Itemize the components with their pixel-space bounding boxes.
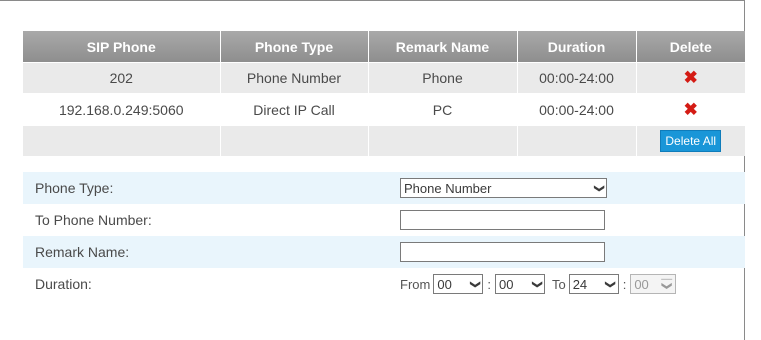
to-phone-number-input[interactable] <box>400 210 605 230</box>
header-remark-name: Remark Name <box>368 31 518 63</box>
chevron-down-icon: ❯ <box>531 279 543 289</box>
empty-cell <box>517 125 637 156</box>
time-separator: : <box>487 276 491 292</box>
from-minute-select[interactable]: 00 ❯ <box>494 274 545 294</box>
from-minute-value: 00 <box>498 276 514 292</box>
header-duration: Duration <box>517 31 637 63</box>
form-row-phone-type: Phone Type: Phone Number ❯ <box>23 172 745 204</box>
delete-cross-icon[interactable]: ✖ <box>684 68 698 87</box>
from-hour-select[interactable]: 00 ❯ <box>433 274 484 294</box>
sip-phone-table: SIP Phone Phone Type Remark Name Duratio… <box>23 31 745 156</box>
phone-type-select[interactable]: Phone Number ❯ <box>400 178 607 198</box>
duration-label: Duration: <box>35 276 92 292</box>
table-header-row: SIP Phone Phone Type Remark Name Duratio… <box>23 31 745 63</box>
to-minute-select[interactable]: 00 ❯ <box>630 274 677 294</box>
cell-duration: 00:00-24:00 <box>517 93 637 126</box>
empty-cell <box>220 125 369 156</box>
to-hour-select[interactable]: 24 ❯ <box>568 274 619 294</box>
cell-duration: 00:00-24:00 <box>517 62 637 94</box>
cell-sip-phone: 202 <box>23 62 221 94</box>
phone-type-value: Phone Number <box>404 180 492 196</box>
to-hour-value: 24 <box>572 276 588 292</box>
header-sip-phone: SIP Phone <box>23 31 221 63</box>
header-phone-type: Phone Type <box>220 31 369 63</box>
chevron-down-icon: ❯ <box>469 279 481 289</box>
to-minute-value: 00 <box>634 276 649 292</box>
duration-controls: From 00 ❯ : 00 ❯ To 24 ❯ : 00 ❯ <box>400 274 677 294</box>
cell-delete: ✖ <box>636 93 745 126</box>
delete-cross-icon[interactable]: ✖ <box>684 100 698 119</box>
chevron-down-icon: ❯ <box>605 279 617 289</box>
to-label: To <box>551 276 566 292</box>
delete-all-button[interactable]: Delete All <box>660 130 722 152</box>
header-delete: Delete <box>636 31 745 63</box>
cell-remark-name: Phone <box>368 62 518 94</box>
empty-cell <box>368 125 518 156</box>
cell-delete-all: Delete All <box>636 125 745 156</box>
chevron-down-icon: ❯ <box>593 183 605 193</box>
table-row: 192.168.0.249:5060 Direct IP Call PC 00:… <box>23 93 745 126</box>
form-row-to-phone: To Phone Number: <box>23 204 745 236</box>
chevron-down-icon: ❯ <box>661 278 673 290</box>
to-phone-number-label: To Phone Number: <box>35 212 152 228</box>
time-separator: : <box>622 276 627 292</box>
remark-name-label: Remark Name: <box>35 244 130 260</box>
form-row-remark: Remark Name: <box>23 236 745 268</box>
from-label: From <box>400 276 431 292</box>
cell-phone-type: Phone Number <box>220 62 369 94</box>
cell-phone-type: Direct IP Call <box>220 93 369 126</box>
empty-cell <box>23 125 221 156</box>
cell-remark-name: PC <box>368 93 518 126</box>
table-footer-row: Delete All <box>23 125 745 156</box>
table-row: 202 Phone Number Phone 00:00-24:00 ✖ <box>23 62 745 94</box>
remark-name-input[interactable] <box>400 242 605 262</box>
cell-sip-phone: 192.168.0.249:5060 <box>23 93 221 126</box>
phone-type-label: Phone Type: <box>35 180 114 196</box>
cell-delete: ✖ <box>636 62 745 94</box>
form-row-duration: Duration: From 00 ❯ : 00 ❯ To 24 ❯ : 00 … <box>23 268 745 300</box>
from-hour-value: 00 <box>437 276 452 292</box>
